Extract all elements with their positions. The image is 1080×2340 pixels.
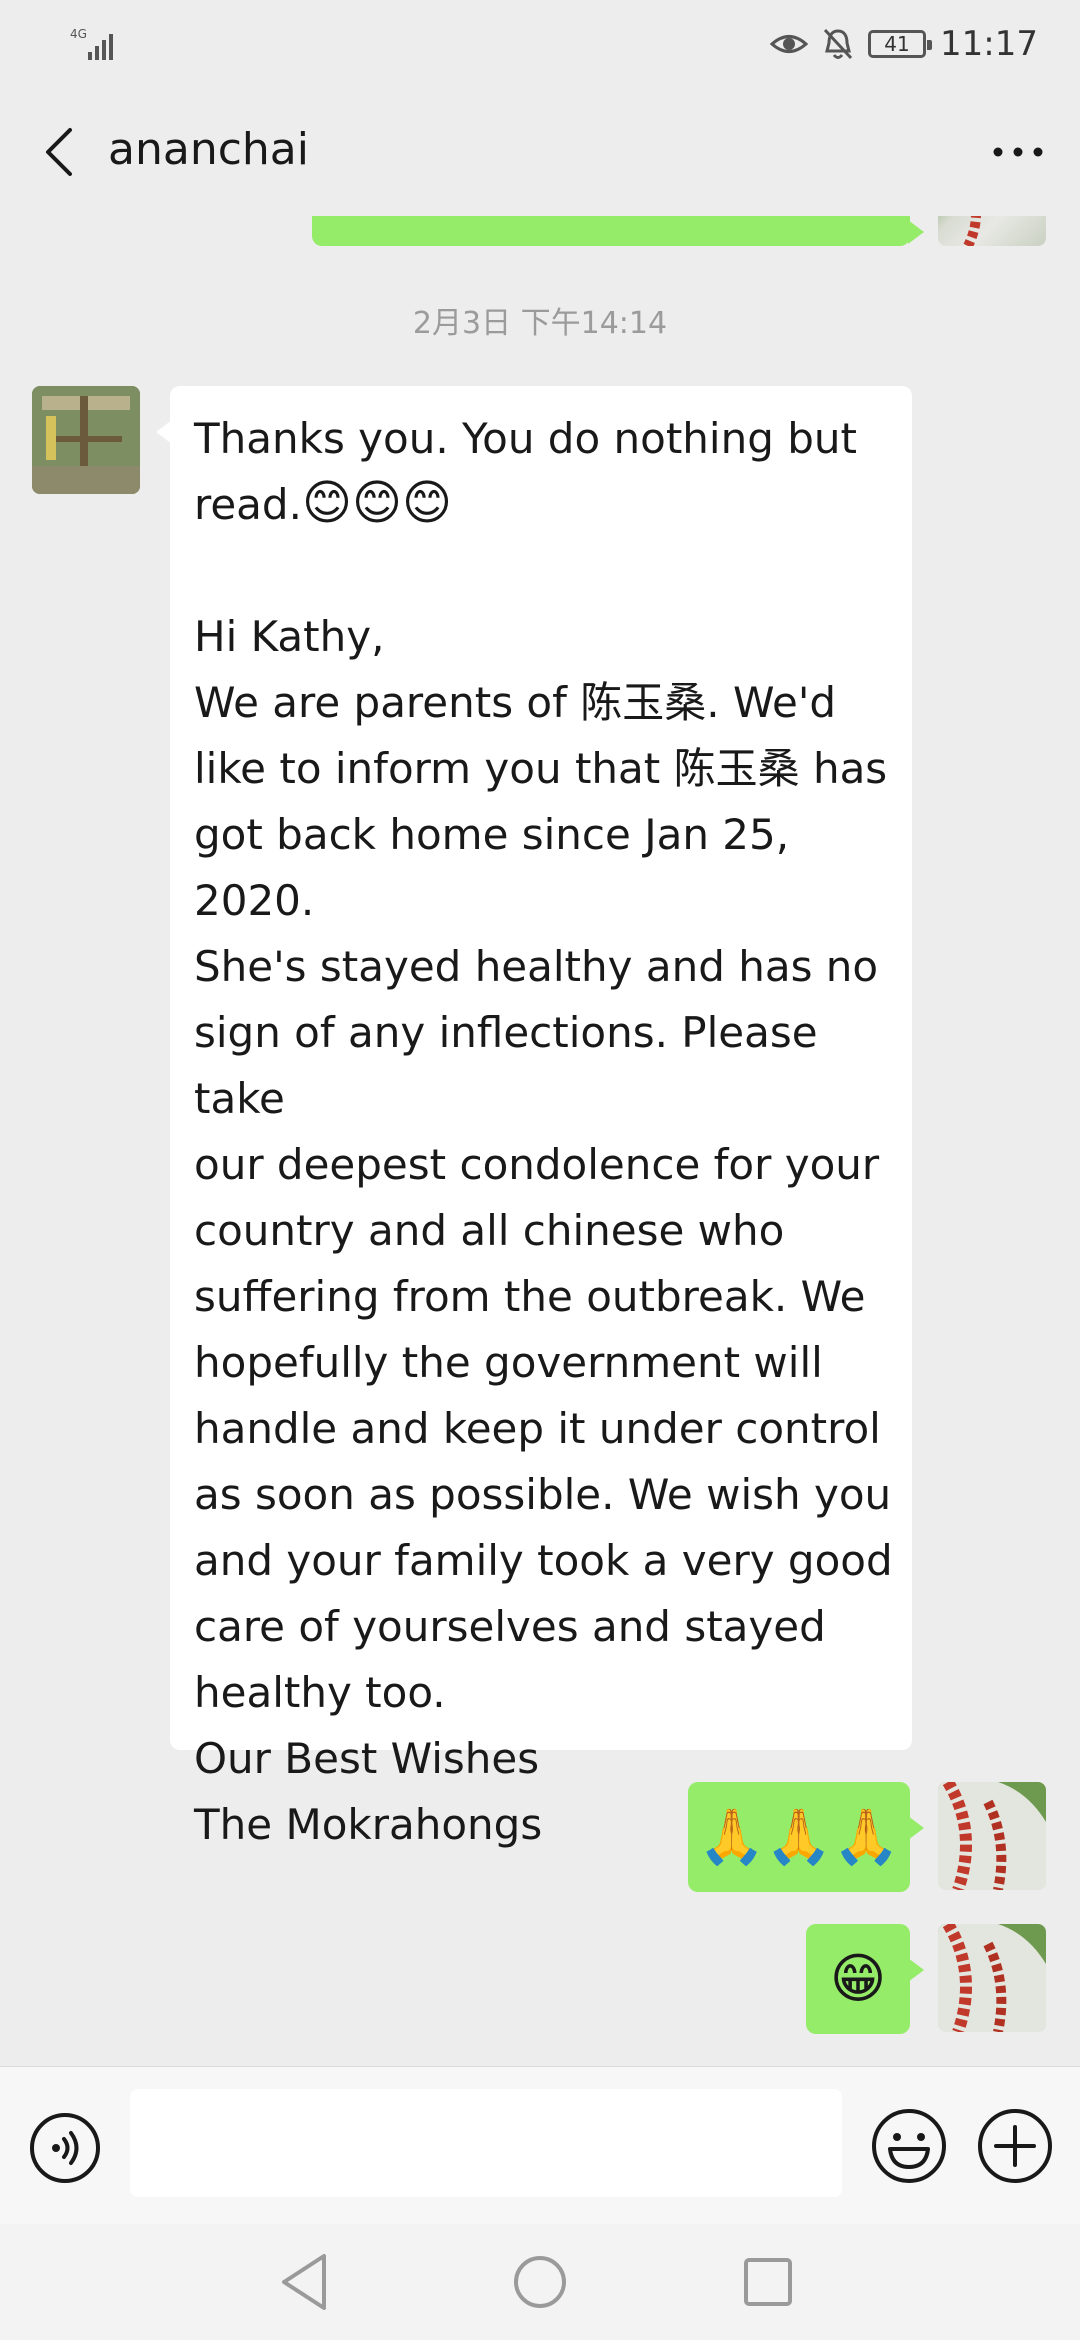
message-input[interactable] bbox=[130, 2089, 842, 2197]
avatar-image bbox=[938, 1782, 1046, 1890]
network-label: 4G bbox=[70, 27, 87, 41]
avatar-image bbox=[32, 386, 140, 494]
clock: 11:17 bbox=[940, 24, 1038, 64]
smiley-icon[interactable] bbox=[870, 2107, 948, 2185]
timestamp: 2月3日 下午14:14 bbox=[412, 306, 668, 341]
chevron-left-icon[interactable] bbox=[30, 120, 94, 184]
avatar-image bbox=[963, 216, 981, 246]
avatar-image bbox=[938, 1924, 1046, 2032]
message-line-2: read.😊😊😊 bbox=[194, 475, 453, 531]
contact-avatar[interactable] bbox=[32, 386, 140, 494]
nav-recents-icon[interactable] bbox=[732, 2246, 804, 2318]
more-dots-icon[interactable] bbox=[986, 120, 1050, 184]
input-bar bbox=[0, 2066, 1080, 2224]
self-avatar[interactable] bbox=[938, 216, 1046, 246]
nav-back-icon[interactable] bbox=[270, 2246, 342, 2318]
self-avatar[interactable] bbox=[938, 1924, 1046, 2032]
status-right: 41 11:17 bbox=[770, 20, 1038, 68]
incoming-message-text[interactable]: Thanks you. You do nothing but read.😊😊😊 H… bbox=[194, 406, 920, 1858]
signal-icon: 4G bbox=[70, 27, 113, 60]
status-bar: 4G 41 11:17 bbox=[0, 0, 1080, 88]
prayer-hands-emoji: 🙏🙏🙏 bbox=[698, 1805, 900, 1868]
outgoing-message-bubble[interactable]: 😁 bbox=[806, 1924, 924, 2034]
eye-icon bbox=[770, 35, 809, 53]
message-line-1: Thanks you. You do nothing but bbox=[194, 414, 857, 463]
message-body: Hi Kathy, We are parents of 陈玉桑. We'd li… bbox=[194, 612, 893, 1849]
battery-icon: 41 bbox=[868, 30, 933, 58]
plus-icon[interactable] bbox=[976, 2107, 1054, 2185]
self-avatar[interactable] bbox=[938, 1782, 1046, 1890]
voice-icon[interactable] bbox=[28, 2111, 102, 2185]
nav-home-icon[interactable] bbox=[504, 2246, 576, 2318]
system-navigation-bar bbox=[0, 2224, 1080, 2340]
smile-emoji: 😊😊😊 bbox=[301, 475, 453, 531]
mute-bell-icon bbox=[823, 28, 853, 60]
chat-header: ananchai bbox=[0, 88, 1080, 216]
message-list[interactable]: 2月3日 下午14:14 Thanks you. You do nothing … bbox=[0, 216, 1080, 2066]
previous-outgoing-bubble[interactable] bbox=[312, 216, 924, 246]
contact-name: ananchai bbox=[108, 124, 309, 175]
battery-level: 41 bbox=[884, 32, 910, 56]
grin-emoji: 😁 bbox=[829, 1947, 887, 2010]
outgoing-message-bubble[interactable]: 🙏🙏🙏 bbox=[688, 1782, 924, 1892]
